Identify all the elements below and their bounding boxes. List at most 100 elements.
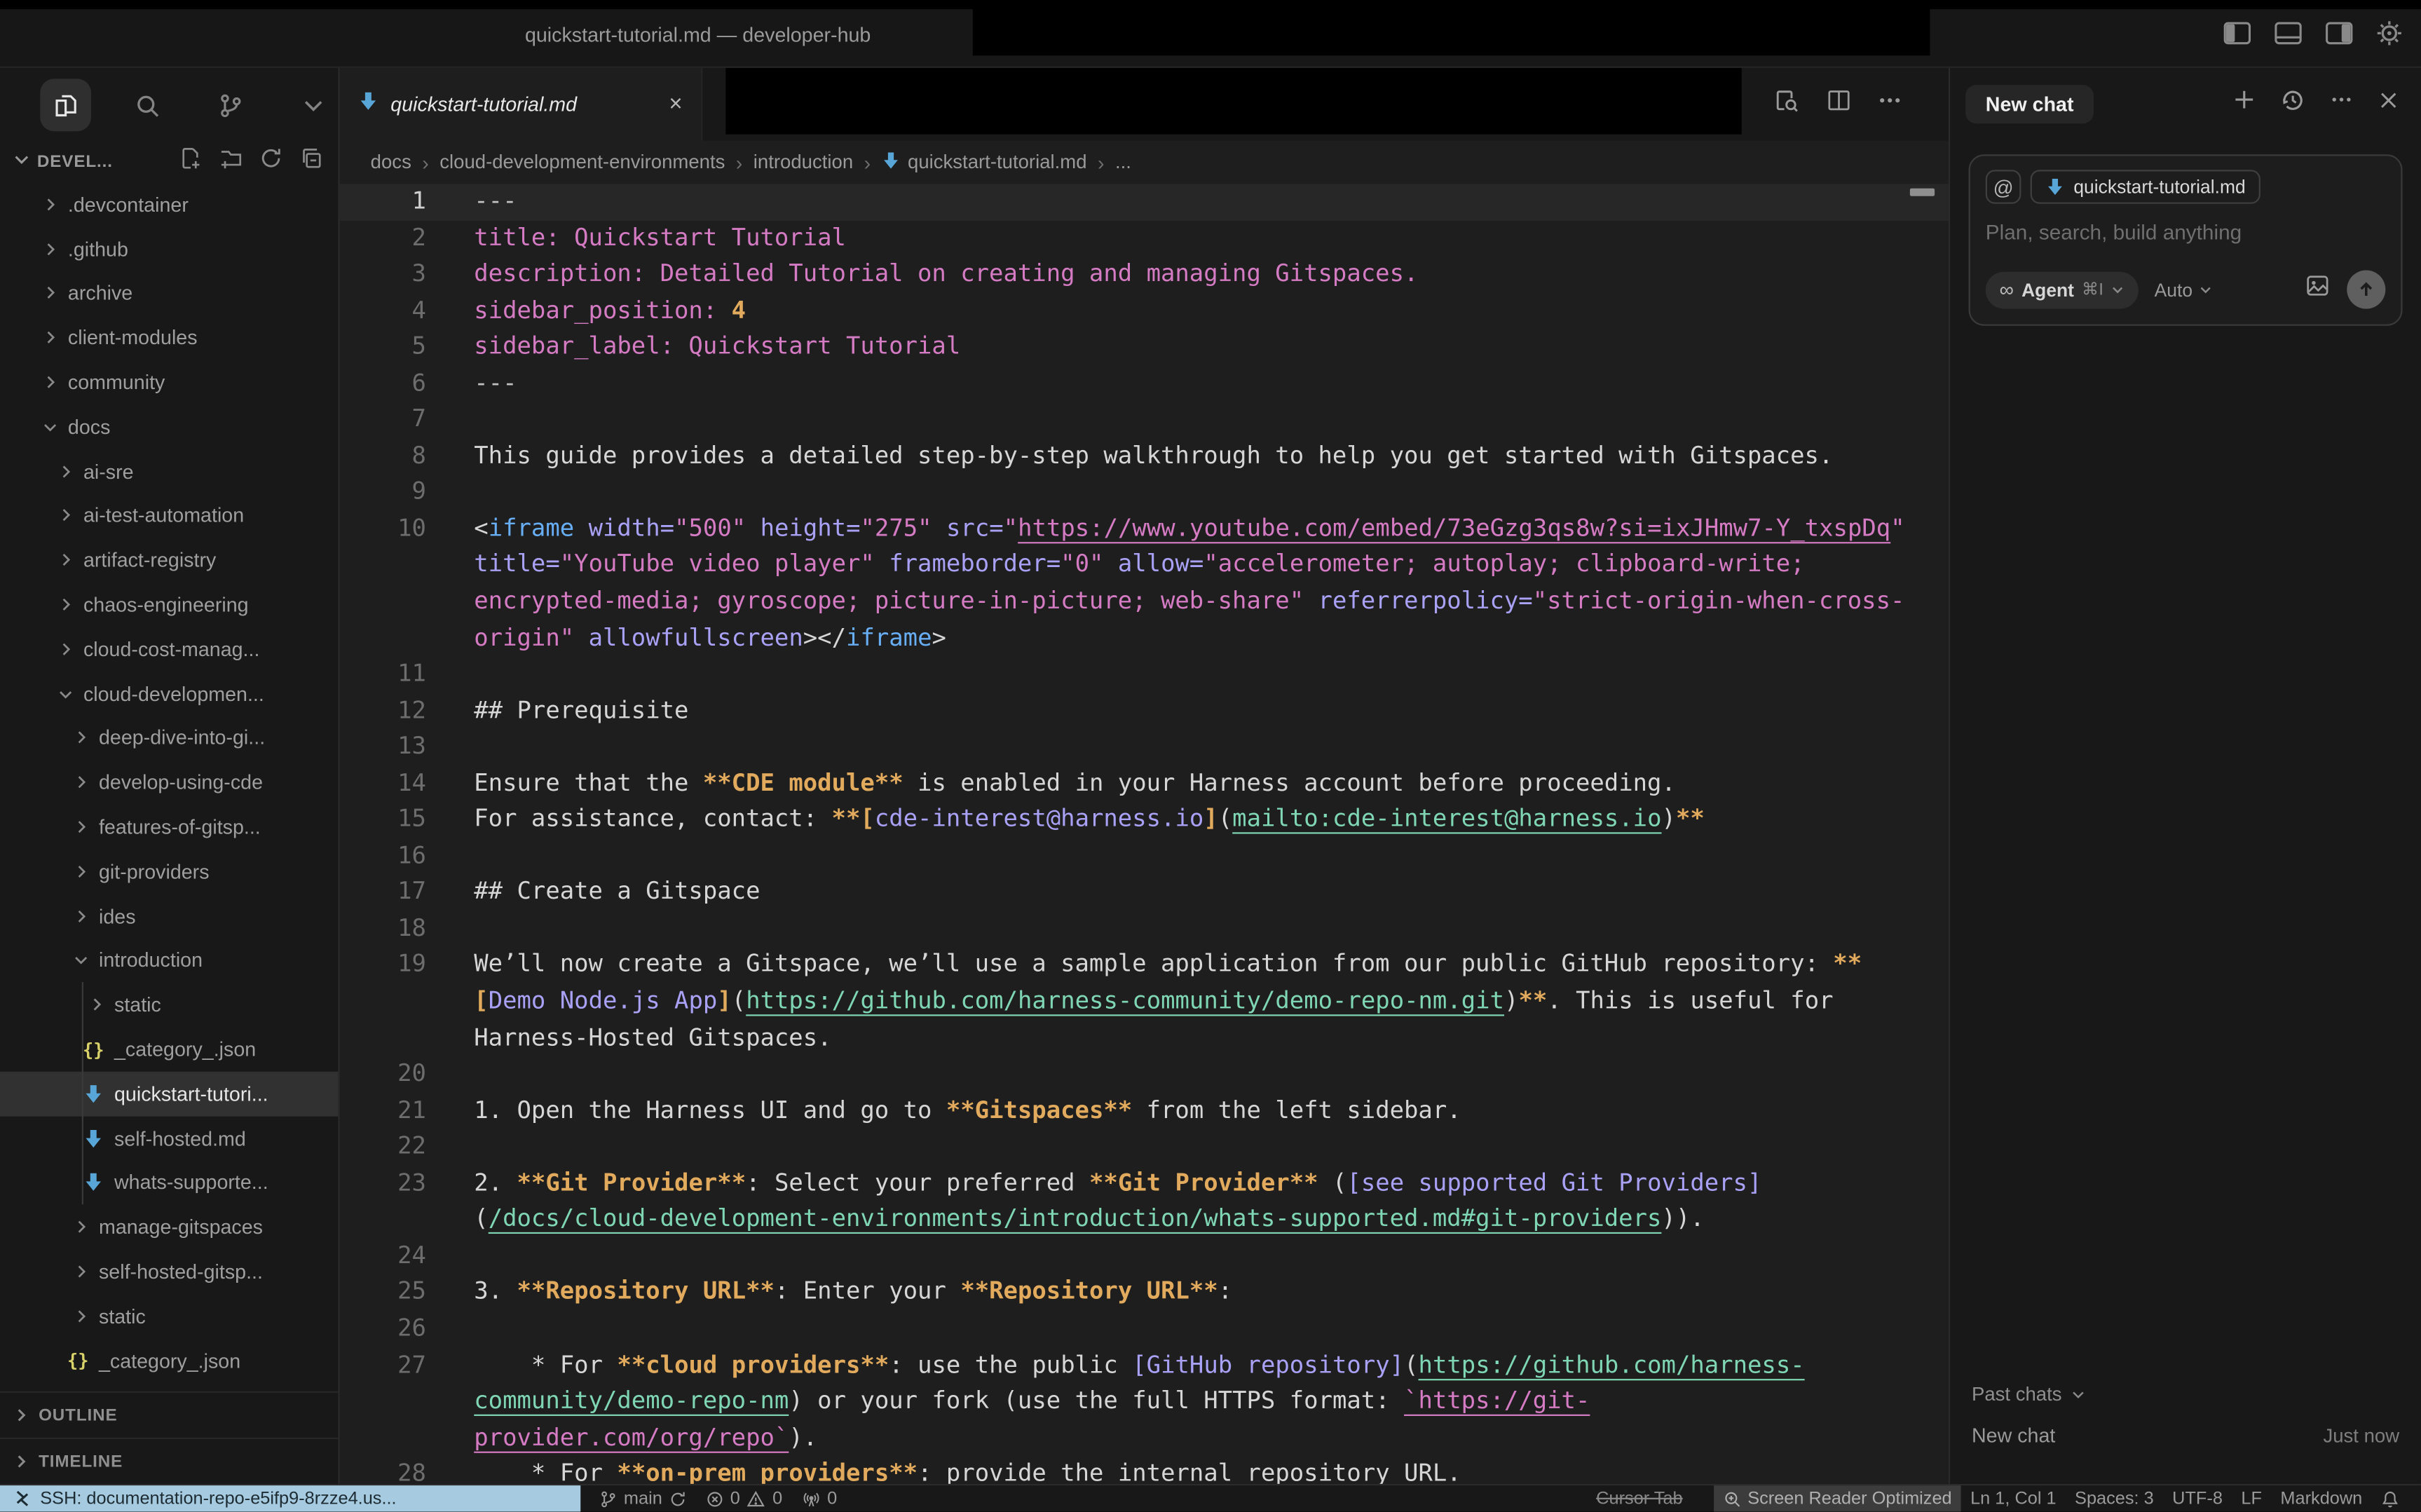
tree-item[interactable]: {}_category_.json — [0, 1338, 338, 1382]
timeline-section[interactable]: TIMELINE — [0, 1438, 338, 1484]
tree-item[interactable]: community — [0, 360, 338, 404]
context-file-chip[interactable]: quickstart-tutorial.md — [2031, 170, 2261, 203]
line-number: 8 — [340, 438, 426, 475]
toggle-right-panel-icon[interactable] — [2325, 22, 2353, 45]
problems-indicator[interactable]: 0 0 — [696, 1485, 791, 1511]
tree-item[interactable]: static — [0, 983, 338, 1027]
tree-item[interactable]: artifact-registry — [0, 538, 338, 582]
encoding-indicator[interactable]: UTF-8 — [2163, 1485, 2232, 1511]
explorer-icon[interactable] — [40, 79, 90, 131]
tree-item-label: chaos-engineering — [83, 593, 249, 616]
tree-item[interactable]: manage-gitspaces — [0, 1205, 338, 1249]
tree-item-label: .github — [68, 238, 128, 261]
split-editor-icon[interactable] — [1827, 88, 1851, 121]
indentation-indicator[interactable]: Spaces: 3 — [2066, 1485, 2163, 1511]
new-file-icon[interactable] — [179, 147, 203, 177]
tree-item[interactable]: ai-test-automation — [0, 493, 338, 538]
settings-gear-icon[interactable] — [2376, 20, 2402, 46]
tree-item[interactable]: self-hosted.md — [0, 1116, 338, 1160]
past-chats-toggle[interactable]: Past chats — [1972, 1384, 2399, 1405]
agent-mode-selector[interactable]: ∞ Agent ⌘I — [1986, 271, 2139, 308]
send-button[interactable] — [2347, 270, 2385, 308]
breadcrumb-item[interactable]: ... — [1115, 151, 1131, 173]
tree-item[interactable]: client-modules — [0, 315, 338, 360]
git-branch-indicator[interactable]: main — [589, 1485, 696, 1511]
tree-item[interactable]: static — [0, 1294, 338, 1338]
tree-item[interactable]: .github — [0, 226, 338, 271]
tree-item[interactable]: introduction — [0, 938, 338, 982]
new-folder-icon[interactable] — [219, 147, 243, 177]
notifications-bell-icon[interactable] — [2372, 1485, 2409, 1511]
chevron-right-icon — [57, 463, 76, 479]
outline-section[interactable]: OUTLINE — [0, 1391, 338, 1438]
collapse-all-icon[interactable] — [299, 147, 322, 177]
tree-item[interactable]: deep-dive-into-gi... — [0, 716, 338, 760]
tree-item[interactable]: {}_category_.json — [0, 1027, 338, 1071]
attach-image-icon[interactable] — [2305, 273, 2330, 306]
ai-chat-panel: New chat @ quickstart-tutorial.md Plan, — [1949, 68, 2421, 1484]
chevron-right-icon — [73, 730, 91, 747]
tab-quickstart-tutorial[interactable]: quickstart-tutorial.md × — [340, 68, 703, 141]
code-line: 11 — [340, 656, 1949, 693]
add-context-button[interactable]: @ — [1986, 170, 2021, 203]
tree-item[interactable]: features-of-gitsp... — [0, 805, 338, 849]
chevron-down-icon[interactable] — [13, 148, 31, 176]
more-actions-icon[interactable] — [1878, 88, 1902, 121]
toggle-bottom-panel-icon[interactable] — [2275, 22, 2303, 45]
breadcrumb-item[interactable]: docs — [371, 151, 411, 173]
tree-item[interactable]: whats-supporte... — [0, 1160, 338, 1204]
open-preview-icon[interactable] — [1774, 87, 1800, 121]
tree-item-label: whats-supporte... — [114, 1171, 268, 1194]
model-selector[interactable]: Auto — [2155, 279, 2213, 301]
tree-item[interactable]: chaos-engineering — [0, 583, 338, 627]
line-number: 14 — [340, 765, 426, 802]
tree-item[interactable]: cloud-developmen... — [0, 672, 338, 716]
error-icon — [706, 1490, 724, 1508]
breadcrumb-item[interactable]: introduction — [753, 151, 853, 173]
tree-item[interactable]: .devcontainer — [0, 182, 338, 226]
ports-indicator[interactable]: 0 — [791, 1485, 846, 1511]
line-number: 17 — [340, 875, 426, 911]
tree-item[interactable]: git-providers — [0, 849, 338, 893]
editor-group: quickstart-tutorial.md × docs›cloud-deve… — [340, 68, 1949, 1484]
search-icon[interactable] — [123, 79, 173, 131]
toggle-left-sidebar-icon[interactable] — [2223, 22, 2251, 45]
eol-indicator[interactable]: LF — [2232, 1485, 2271, 1511]
chat-title[interactable]: New chat — [1965, 84, 2094, 123]
chat-input-placeholder[interactable]: Plan, search, build anything — [1986, 221, 2386, 244]
tree-item[interactable]: self-hosted-gitsp... — [0, 1249, 338, 1293]
source-control-icon[interactable] — [205, 79, 256, 131]
code-line: 13 — [340, 729, 1949, 765]
markdown-file-icon — [358, 90, 379, 118]
tree-item[interactable]: cloud-cost-manag... — [0, 627, 338, 671]
refresh-icon[interactable] — [259, 147, 282, 177]
chat-more-icon[interactable] — [2330, 88, 2353, 119]
past-chat-item[interactable]: New chat Just now — [1972, 1424, 2399, 1447]
more-views-chevron-icon[interactable] — [288, 79, 339, 131]
language-mode-indicator[interactable]: Markdown — [2271, 1485, 2371, 1511]
code-line-text: 1. Open the Harness UI and go to **Gitsp… — [474, 1093, 1910, 1129]
remote-indicator[interactable]: SSH: documentation-repo-e5ifp9-8rzze4.us… — [0, 1485, 580, 1511]
tree-item[interactable]: archive — [0, 271, 338, 315]
cursor-position-indicator[interactable]: Ln 1, Col 1 — [1961, 1485, 2066, 1511]
line-number: 28 — [340, 1457, 426, 1484]
chat-input-box[interactable]: @ quickstart-tutorial.md Plan, search, b… — [1969, 154, 2403, 326]
chat-history-icon[interactable] — [2281, 87, 2305, 119]
new-chat-plus-icon[interactable] — [2232, 88, 2256, 119]
breadcrumb-item[interactable]: quickstart-tutorial.md — [882, 151, 1087, 174]
code-line: 28 * For **on-prem providers**: provide … — [340, 1457, 1949, 1484]
tree-item[interactable]: quickstart-tutori... — [0, 1072, 338, 1116]
tree-item[interactable]: ai-sre — [0, 449, 338, 493]
code-line: 27 * For **cloud providers**: use the pu… — [340, 1347, 1949, 1457]
explorer-section-title[interactable]: DEVEL... — [37, 153, 113, 171]
tree-item[interactable]: ides — [0, 894, 338, 938]
code-editor[interactable]: 1---2title: Quickstart Tutorial3descript… — [340, 184, 1949, 1484]
close-tab-icon[interactable]: × — [669, 93, 682, 116]
cursor-tab-indicator[interactable]: Cursor Tab — [1587, 1485, 1692, 1511]
line-number: 12 — [340, 693, 426, 729]
screen-reader-indicator[interactable]: Screen Reader Optimized — [1714, 1485, 1961, 1511]
tree-item[interactable]: docs — [0, 404, 338, 449]
tree-item[interactable]: develop-using-cde — [0, 761, 338, 805]
close-panel-icon[interactable] — [2378, 89, 2399, 118]
breadcrumb-item[interactable]: cloud-development-environments — [439, 151, 725, 173]
